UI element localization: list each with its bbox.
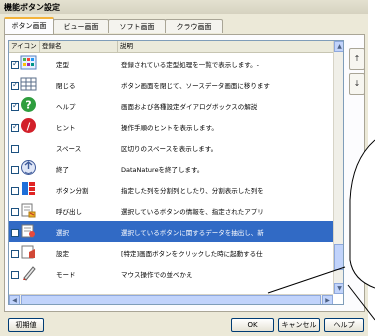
horizontal-scroll-thumb[interactable] — [21, 295, 321, 304]
scroll-down-arrow-icon[interactable]: ▼ — [334, 283, 343, 294]
reset-button[interactable]: 初期値 — [8, 318, 44, 332]
help-icon: ? — [20, 96, 37, 113]
row-description: 指定した列を分割列としたり、分割表示した列を — [121, 187, 264, 195]
settings-icon — [20, 243, 37, 260]
list-row[interactable]: スペース 区切りのスペースを表示します。 — [9, 137, 333, 158]
row-name: ヒント — [56, 124, 76, 132]
mode-icon — [20, 264, 37, 281]
move-down-button[interactable]: ↓ — [349, 73, 365, 95]
tab-button-screen[interactable]: ボタン画面 — [4, 17, 54, 34]
row-name: ボタン分割 — [56, 187, 89, 195]
list-row[interactable]: 定型 登録されている定型処理を一覧で表示します。- — [9, 53, 333, 74]
row-name: 閉じる — [56, 82, 76, 90]
list-row[interactable]: 終了 DataNatureを終了します。 — [9, 158, 333, 179]
row-description: ボタン画面を閉じて、ソースデータ画面に移ります — [121, 82, 270, 90]
row-name: 呼び出し — [56, 208, 82, 216]
row-checkbox[interactable] — [11, 122, 19, 132]
row-name: 終了 — [56, 166, 69, 174]
list-row[interactable]: 設定 [特定]画面ボタンをクリックした時に起動する仕 — [9, 242, 333, 263]
table-icon — [20, 75, 37, 92]
tab-view-screen[interactable]: ビュー画面 — [53, 19, 109, 33]
row-description: 区切りのスペースを表示します。 — [121, 145, 218, 153]
row-checkbox[interactable] — [11, 101, 19, 111]
row-description: 画面および各種設定ダイアログボックスの解説 — [121, 103, 258, 111]
row-checkbox[interactable] — [11, 271, 19, 279]
row-description: DataNatureを終了します。 — [121, 166, 204, 174]
scroll-right-arrow-icon[interactable]: ▶ — [322, 295, 333, 304]
row-checkbox[interactable] — [11, 229, 19, 237]
row-checkbox[interactable] — [11, 250, 19, 258]
call-icon — [20, 201, 37, 218]
window-title: 機能ボタン設定 — [4, 3, 60, 12]
scroll-left-arrow-icon[interactable]: ◀ — [9, 295, 20, 304]
row-description: 操作手順のヒントを表示します。 — [121, 124, 218, 132]
list-row[interactable]: ボタン分割 指定した列を分割列としたり、分割表示した列を — [9, 179, 333, 200]
list-header: アイコン 登録名 説明 — [9, 41, 333, 53]
list-row[interactable]: 閉じる ボタン画面を閉じて、ソースデータ画面に移ります — [9, 74, 333, 95]
row-checkbox[interactable] — [11, 208, 19, 216]
row-name: モード — [56, 271, 76, 279]
cancel-button[interactable]: キャンセル — [278, 318, 320, 332]
move-up-button[interactable]: ↑ — [349, 48, 365, 70]
help-button[interactable]: ヘルプ — [324, 318, 364, 332]
row-checkbox[interactable] — [11, 80, 19, 90]
ok-button[interactable]: OK — [231, 318, 274, 332]
row-description: [特定]画面ボタンをクリックした時に起動する仕 — [121, 250, 263, 258]
row-name: 定型 — [56, 61, 69, 69]
title-bar: 機能ボタン設定 — [0, 0, 368, 14]
tab-cloud-screen[interactable]: クラウ画面 — [165, 19, 223, 33]
column-name-header[interactable]: 登録名 — [40, 41, 118, 52]
row-checkbox[interactable] — [11, 59, 19, 69]
list-row[interactable]: / ヒント 操作手順のヒントを表示します。 — [9, 116, 333, 137]
list-row[interactable]: モード マウス操作での並べかえ — [9, 263, 333, 284]
column-desc-header[interactable]: 説明 — [118, 41, 333, 52]
row-name: 設定 — [56, 250, 69, 258]
list-row[interactable]: ? ヘルプ 画面および各種設定ダイアログボックスの解説 — [9, 95, 333, 116]
horizontal-scrollbar[interactable]: ◀ ▶ — [9, 294, 333, 304]
row-name: ヘルプ — [56, 103, 76, 111]
row-checkbox[interactable] — [11, 145, 19, 153]
row-name: スペース — [56, 145, 82, 153]
column-icon-header[interactable]: アイコン — [9, 41, 40, 52]
dialog-window: 機能ボタン設定 ボタン画面 ビュー画面 ソフト画面 クラウ画面 アイコン 登録名… — [0, 0, 368, 336]
vertical-scroll-thumb[interactable] — [334, 244, 343, 270]
row-description: マウス操作での並べかえ — [121, 271, 193, 279]
svg-text:/: / — [27, 122, 31, 133]
button-list[interactable]: アイコン 登録名 説明 定型登録されている定型処理を一覧で表示します。-閉じるボ… — [8, 40, 344, 305]
row-description: 登録されている定型処理を一覧で表示します。- — [121, 61, 260, 69]
split-icon — [20, 180, 37, 197]
hint-icon: / — [20, 117, 37, 134]
row-name: 選択 — [56, 229, 69, 237]
grid-icon — [20, 54, 37, 71]
row-description: 選択しているボタンに関するデータを抽出し、新 — [121, 229, 264, 237]
list-row[interactable]: 選択 選択しているボタンに関するデータを抽出し、新 — [9, 221, 333, 242]
select-icon — [20, 222, 37, 239]
row-checkbox[interactable] — [11, 187, 19, 195]
vertical-scrollbar[interactable]: ▲ ▼ — [333, 41, 343, 294]
tab-soft-screen[interactable]: ソフト画面 — [108, 19, 166, 33]
row-checkbox[interactable] — [11, 166, 19, 174]
list-row[interactable]: 呼び出し 選択しているボタンの情報を、指定されたアプリ — [9, 200, 333, 221]
exit-icon — [20, 159, 37, 176]
svg-text:?: ? — [25, 99, 31, 112]
tab-strip: ボタン画面 ビュー画面 ソフト画面 クラウ画面 — [4, 17, 304, 35]
row-description: 選択しているボタンの情報を、指定されたアプリ — [121, 208, 264, 216]
scroll-up-arrow-icon[interactable]: ▲ — [334, 41, 343, 52]
